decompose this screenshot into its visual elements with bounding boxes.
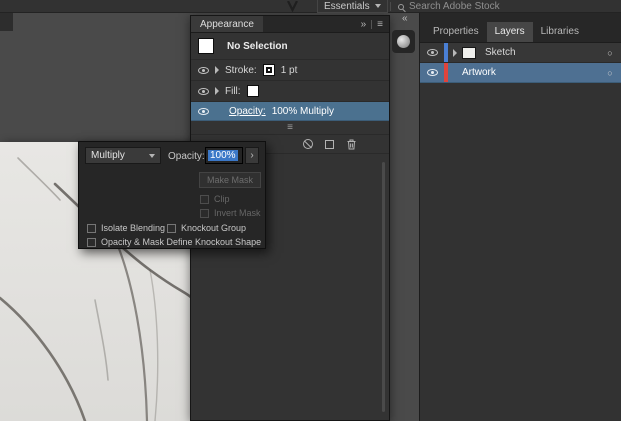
appearance-panel-header: Appearance » ≡ <box>191 16 389 33</box>
clip-label: Clip <box>214 194 230 204</box>
knockout-group-checkbox[interactable]: Knockout Group <box>167 223 246 233</box>
stepper-arrow-icon: › <box>250 150 254 161</box>
tab-properties-label: Properties <box>433 26 479 37</box>
stroke-label[interactable]: Stroke: <box>225 65 257 76</box>
layer-row-sketch[interactable]: Sketch ○ <box>420 43 621 63</box>
chevron-right-icon[interactable] <box>215 87 219 95</box>
blend-mode-select[interactable]: Multiply <box>85 147 161 164</box>
tab-appearance[interactable]: Appearance <box>191 16 263 32</box>
illustrator-window: Essentials Search Adobe Stock Appearance… <box>0 0 621 421</box>
tab-layers[interactable]: Layers <box>486 22 533 42</box>
search-icon <box>398 3 404 10</box>
list-icon: ≡ <box>287 122 293 133</box>
opacity-label: Opacity: <box>168 151 205 162</box>
workspace-label: Essentials <box>324 0 370 12</box>
stroke-weight-value[interactable]: 1 pt <box>281 65 298 76</box>
opacity-input-value: 100% <box>208 150 238 161</box>
layer-name[interactable]: Sketch <box>481 47 599 58</box>
opacity-link[interactable]: Opacity: <box>229 106 266 117</box>
workspace-switcher[interactable]: Essentials <box>317 0 388 13</box>
tab-layers-label: Layers <box>494 26 525 37</box>
opacity-input[interactable]: 100% <box>205 147 243 164</box>
invert-mask-checkbox[interactable]: Invert Mask <box>200 208 261 218</box>
blend-mode-value: Multiply <box>91 150 125 161</box>
layer-thumbnail <box>462 46 476 59</box>
divider <box>371 19 373 29</box>
layer-name[interactable]: Artwork <box>448 67 599 78</box>
chevron-right-icon[interactable] <box>453 48 457 57</box>
no-selection-label: No Selection <box>227 40 288 52</box>
checkbox-icon <box>87 237 96 247</box>
appearance-row-no-selection: No Selection <box>191 33 389 60</box>
appearance-row-fill[interactable]: Fill: <box>191 81 389 102</box>
checkbox-icon <box>200 194 209 204</box>
make-mask-button[interactable]: Make Mask <box>199 172 261 188</box>
eye-icon[interactable] <box>198 66 209 74</box>
checkbox-icon <box>200 208 209 218</box>
collapse-panel-icon[interactable]: » <box>361 19 367 30</box>
search-placeholder: Search Adobe Stock <box>409 1 500 12</box>
opacity-stepper-button[interactable]: › <box>245 147 259 164</box>
isolate-blending-label: Isolate Blending <box>101 223 166 233</box>
checkbox-icon <box>87 223 96 233</box>
appearance-row-stroke[interactable]: Stroke: 1 pt <box>191 60 389 81</box>
divider <box>390 2 391 11</box>
stroke-swatch[interactable] <box>262 64 275 76</box>
target-circle-icon[interactable]: ○ <box>599 68 621 78</box>
dock-tabbar: Properties Layers Libraries <box>420 13 621 43</box>
fill-label[interactable]: Fill: <box>225 86 241 97</box>
layer-row-artwork[interactable]: Artwork ○ <box>420 63 621 83</box>
row-options-indicator: ≡ <box>191 121 389 134</box>
define-knockout-label: Opacity & Mask Define Knockout Shape <box>101 237 262 247</box>
panel-menu-icon[interactable]: ≡ <box>377 19 383 30</box>
v-tool-icon <box>287 1 298 12</box>
chevron-right-icon[interactable] <box>215 66 219 74</box>
appearance-tab-label: Appearance <box>200 18 254 30</box>
top-application-bar: Essentials Search Adobe Stock <box>0 0 621 13</box>
eye-icon[interactable] <box>426 69 438 76</box>
right-dock: Properties Layers Libraries Sketch ○ Art… <box>419 13 621 421</box>
visibility-cell <box>420 69 444 76</box>
clip-checkbox[interactable]: Clip <box>200 194 230 204</box>
duplicate-item-icon[interactable] <box>325 139 334 149</box>
checkbox-icon <box>167 223 176 233</box>
tab-properties[interactable]: Properties <box>425 22 487 42</box>
appearance-row-opacity-selected[interactable]: Opacity: 100% Multiply <box>191 102 389 121</box>
chevron-down-icon <box>374 4 381 8</box>
knockout-group-label: Knockout Group <box>181 223 247 233</box>
panel-thumbnail-circle <box>397 35 410 48</box>
eye-icon[interactable] <box>198 87 209 95</box>
expand-dock-icon[interactable]: « <box>402 13 408 24</box>
no-selection-swatch <box>198 38 214 54</box>
stock-search-box[interactable]: Search Adobe Stock <box>398 0 500 13</box>
scrollbar[interactable] <box>382 162 385 412</box>
define-knockout-checkbox[interactable]: Opacity & Mask Define Knockout Shape <box>87 237 261 247</box>
make-mask-label: Make Mask <box>206 175 253 185</box>
fill-swatch[interactable] <box>246 85 259 97</box>
opacity-value[interactable]: 100% Multiply <box>272 106 334 117</box>
chevron-down-icon <box>149 153 155 158</box>
isolate-blending-checkbox[interactable]: Isolate Blending <box>87 223 165 233</box>
tab-libraries-label: Libraries <box>540 26 579 37</box>
visibility-cell <box>420 49 444 56</box>
tools-panel-edge <box>0 13 13 31</box>
invert-mask-label: Invert Mask <box>214 208 261 218</box>
transparency-popup: Multiply Opacity: 100% › Make Mask Clip … <box>78 141 266 249</box>
eye-icon[interactable] <box>198 107 209 115</box>
clear-appearance-icon[interactable] <box>303 139 313 149</box>
tab-libraries[interactable]: Libraries <box>533 22 587 42</box>
target-circle-icon[interactable]: ○ <box>599 48 621 58</box>
trash-icon[interactable] <box>346 138 357 150</box>
expand-layer-cell <box>448 48 462 57</box>
eye-icon[interactable] <box>426 49 438 56</box>
collapsed-panel-icon[interactable] <box>392 30 415 53</box>
